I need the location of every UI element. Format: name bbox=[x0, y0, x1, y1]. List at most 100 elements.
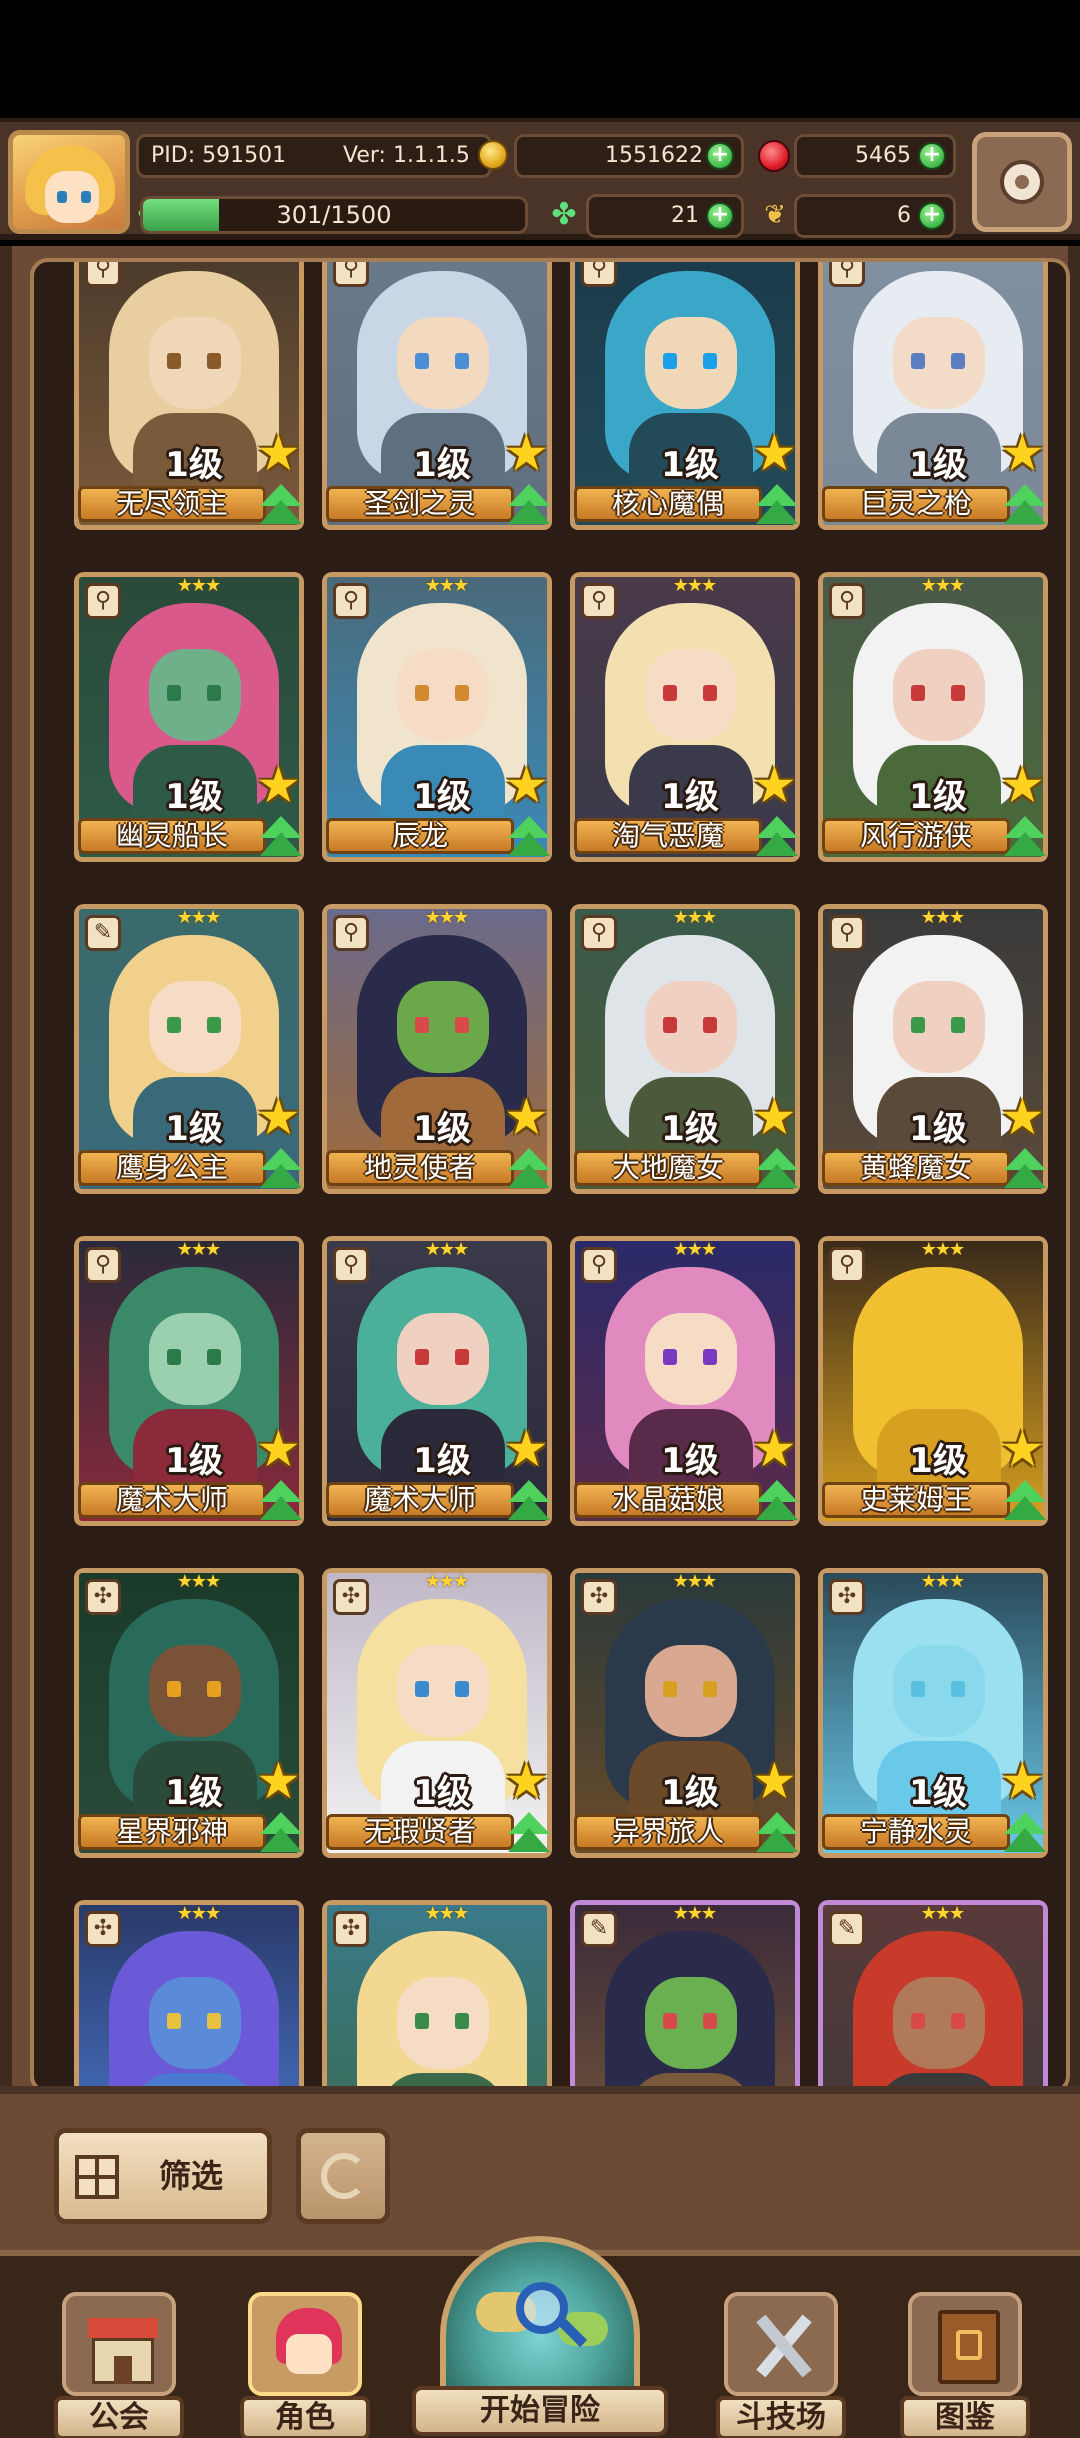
level-up-arrow-icon bbox=[1004, 816, 1046, 860]
level-up-arrow-icon bbox=[260, 1812, 302, 1856]
character-card[interactable]: ⚲ ★★★ 1级 圣剑之灵 ★ bbox=[322, 262, 552, 548]
energy-bar: 301/1500 bbox=[140, 196, 528, 234]
refresh-button[interactable] bbox=[296, 2128, 390, 2224]
star-upgrade-icon: ★ bbox=[504, 424, 549, 482]
character-card[interactable]: ⚲ ★★★ 1级 地灵使者 ★ bbox=[322, 904, 552, 1212]
character-card[interactable]: ⚲ ★★★ 1级 辰龙 ★ bbox=[322, 572, 552, 880]
class-icon: ⚲ bbox=[85, 1247, 121, 1283]
character-card[interactable]: ⚲ ★★★ 1级 魔术大师 ★ bbox=[74, 1236, 304, 1544]
rarity-stars: ★★★ bbox=[424, 907, 469, 928]
info-pill: PID: 591501 Ver: 1.1.1.5 bbox=[136, 134, 492, 178]
clover-amount: 21 bbox=[671, 203, 699, 228]
level-up-arrow-icon bbox=[260, 1480, 302, 1524]
character-card[interactable]: ⚲ ★★★ 1级 黄蜂魔女 ★ bbox=[818, 904, 1048, 1212]
level-up-arrow-icon bbox=[260, 816, 302, 860]
character-card[interactable]: ⚲ ★★★ 1级 大地魔女 ★ bbox=[570, 904, 800, 1212]
character-grid[interactable]: ⚲ ★★★ 1级 无尽领主 ★ ⚲ ★★★ 1级 圣剑之灵 ★ ⚲ ★ ★ bbox=[30, 258, 1070, 2094]
rarity-stars: ★★★ bbox=[672, 1239, 717, 1260]
energy-text: 301/1500 bbox=[276, 201, 392, 229]
grid-controls: 筛选 bbox=[0, 2086, 1080, 2250]
card-name: 风行游侠 bbox=[822, 818, 1010, 854]
class-icon: ⚲ bbox=[829, 583, 865, 619]
star-upgrade-icon: ★ bbox=[504, 756, 549, 814]
level-up-arrow-icon bbox=[756, 1148, 798, 1192]
character-card[interactable]: ⚲ ★★★ 1级 幽灵船长 ★ bbox=[74, 572, 304, 880]
star-upgrade-icon: ★ bbox=[256, 756, 301, 814]
card-portrait-frame: ✣ ★★★ 1级 bbox=[322, 1900, 552, 2090]
character-card[interactable]: ⚲ ★★★ 1级 巨灵之枪 ★ bbox=[818, 262, 1048, 548]
card-name: 无尽领主 bbox=[78, 486, 266, 522]
rarity-stars: ★★★ bbox=[672, 1903, 717, 1924]
player-id: PID: 591501 bbox=[151, 143, 287, 168]
rarity-stars: ★★★ bbox=[176, 1903, 221, 1924]
character-card[interactable]: ✣ ★★★ 1级 宁静水灵 ★ bbox=[818, 1568, 1048, 1876]
character-card[interactable]: ⚲ ★★★ 1级 淘气恶魔 ★ bbox=[570, 572, 800, 880]
character-card[interactable]: ✎ ★★★ 1级 鹰身公主 ★ bbox=[74, 904, 304, 1212]
star-upgrade-icon: ★ bbox=[752, 1752, 797, 1810]
character-card[interactable]: ⚲ ★★★ 1级 无尽领主 ★ bbox=[74, 262, 304, 548]
nav-codex-label: 图鉴 bbox=[900, 2396, 1030, 2438]
character-card[interactable]: ✣ ★★★ 1级 ★ bbox=[74, 1900, 304, 2090]
character-card[interactable]: ⚲ ★★★ 1级 核心魔偶 ★ bbox=[570, 262, 800, 548]
feather-amount: 6 bbox=[897, 203, 911, 228]
card-name: 大地魔女 bbox=[574, 1150, 762, 1186]
card-portrait-frame: ✎ ★★★ 1级 bbox=[818, 1900, 1048, 2090]
character-card[interactable]: ⚲ ★★★ 1级 水晶菇娘 ★ bbox=[570, 1236, 800, 1544]
character-card[interactable]: ✣ ★★★ 1级 星界邪神 ★ bbox=[74, 1568, 304, 1876]
class-icon: ✣ bbox=[333, 1579, 369, 1615]
nav-characters[interactable]: 角色 bbox=[240, 2292, 370, 2438]
level-up-arrow-icon bbox=[508, 816, 550, 860]
nav-arena[interactable]: 斗技场 bbox=[716, 2292, 846, 2438]
class-icon: ✎ bbox=[85, 915, 121, 951]
filter-button[interactable]: 筛选 bbox=[54, 2128, 272, 2224]
nav-characters-label: 角色 bbox=[240, 2396, 370, 2438]
player-avatar[interactable] bbox=[8, 130, 130, 234]
star-upgrade-icon: ★ bbox=[504, 1420, 549, 1478]
class-icon: ✣ bbox=[829, 1579, 865, 1615]
rarity-stars: ★★★ bbox=[163, 262, 233, 263]
add-feather-icon[interactable]: + bbox=[918, 202, 946, 230]
card-name: 淘气恶魔 bbox=[574, 818, 762, 854]
level-up-arrow-icon bbox=[756, 1480, 798, 1524]
character-face-icon bbox=[248, 2292, 362, 2396]
game-screen: PID: 591501 Ver: 1.1.1.5 1551622 + 5465 … bbox=[0, 0, 1080, 2438]
character-card[interactable]: ⚲ ★★★ 1级 风行游侠 ★ bbox=[818, 572, 1048, 880]
character-card[interactable]: ✣ ★★★ 1级 无瑕贤者 ★ bbox=[322, 1568, 552, 1876]
star-upgrade-icon: ★ bbox=[1000, 1088, 1045, 1146]
class-icon: ✣ bbox=[333, 1911, 369, 1947]
rarity-stars: ★★★ bbox=[176, 1571, 221, 1592]
card-portrait-frame: ✎ ★★★ 1级 bbox=[570, 1900, 800, 2090]
star-upgrade-icon: ★ bbox=[1000, 1752, 1045, 1810]
add-gold-icon[interactable]: + bbox=[706, 142, 734, 170]
level-up-arrow-icon bbox=[1004, 1480, 1046, 1524]
character-card[interactable]: ✣ ★★★ 1级 异界旅人 ★ bbox=[570, 1568, 800, 1876]
crossed-swords-icon bbox=[724, 2292, 838, 2396]
settings-button[interactable] bbox=[972, 132, 1072, 232]
game-version: Ver: 1.1.1.5 bbox=[343, 143, 470, 168]
card-name: 史莱姆王 bbox=[822, 1482, 1010, 1518]
character-card[interactable]: ⚲ ★★★ 1级 魔术大师 ★ bbox=[322, 1236, 552, 1544]
filter-label: 筛选 bbox=[159, 2157, 224, 2195]
nav-adventure-label: 开始冒险 bbox=[412, 2386, 668, 2436]
class-icon: ⚲ bbox=[333, 262, 369, 287]
level-up-arrow-icon bbox=[1004, 1148, 1046, 1192]
star-upgrade-icon: ★ bbox=[1000, 424, 1045, 482]
nav-codex[interactable]: 图鉴 bbox=[900, 2292, 1030, 2438]
level-up-arrow-icon bbox=[1004, 484, 1046, 528]
card-name: 黄蜂魔女 bbox=[822, 1150, 1010, 1186]
class-icon: ⚲ bbox=[581, 262, 617, 287]
nav-adventure[interactable]: 开始冒险 bbox=[412, 2236, 668, 2438]
nav-guild[interactable]: 公会 bbox=[54, 2292, 184, 2438]
character-card[interactable]: ✎ ★★★ 1级 ★ bbox=[570, 1900, 800, 2090]
star-upgrade-icon: ★ bbox=[752, 1088, 797, 1146]
character-card[interactable]: ✣ ★★★ 1级 ★ bbox=[322, 1900, 552, 2090]
card-name: 核心魔偶 bbox=[574, 486, 762, 522]
class-icon: ⚲ bbox=[829, 1247, 865, 1283]
book-icon bbox=[908, 2292, 1022, 2396]
card-name: 鹰身公主 bbox=[78, 1150, 266, 1186]
rarity-stars: ★★★ bbox=[907, 262, 977, 263]
character-card[interactable]: ✎ ★★★ 1级 ★ bbox=[818, 1900, 1048, 2090]
add-ruby-icon[interactable]: + bbox=[918, 142, 946, 170]
add-clover-icon[interactable]: + bbox=[706, 202, 734, 230]
character-card[interactable]: ⚲ ★★★ 1级 史莱姆王 ★ bbox=[818, 1236, 1048, 1544]
